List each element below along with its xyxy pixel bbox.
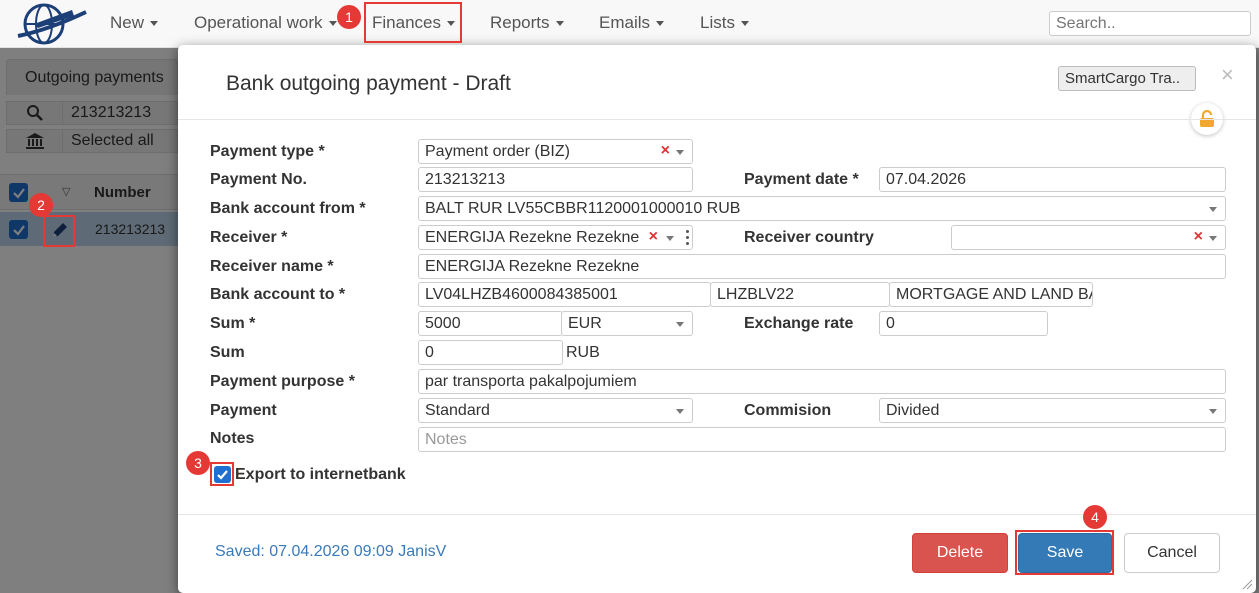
sum-converted-input[interactable]: 0: [418, 340, 563, 365]
notes-label: Notes: [210, 430, 255, 447]
sum-converted-currency: RUB: [566, 344, 600, 361]
receiver-select[interactable]: ENERGIJA Rezekne Rezekne ×: [418, 225, 693, 250]
highlight-save: [1015, 530, 1114, 575]
sum-currency-value: EUR: [568, 315, 602, 332]
receiver-name-label: Receiver name *: [210, 258, 334, 275]
step-marker-2: 2: [29, 193, 53, 217]
receiver-label: Receiver *: [210, 229, 288, 246]
payment-purpose-input[interactable]: par transporta pakalpojumiem: [418, 369, 1226, 394]
resize-grip-icon[interactable]: [1241, 578, 1253, 590]
payment-type-select[interactable]: Payment order (BIZ) ×: [418, 139, 693, 164]
clear-icon[interactable]: ×: [646, 228, 658, 246]
bank-account-to-label: Bank account to *: [210, 286, 346, 303]
chevron-down-icon: [666, 236, 674, 241]
company-select[interactable]: SmartCargo Tra..: [1058, 66, 1196, 91]
payment-label: Payment: [210, 402, 277, 419]
receiver-name-input[interactable]: ENERGIJA Rezekne Rezekne: [418, 254, 1226, 279]
payment-date-input[interactable]: 07.04.2026: [879, 167, 1226, 192]
globe-logo-icon[interactable]: [14, 2, 90, 46]
payment-value: Standard: [425, 402, 490, 419]
close-icon[interactable]: ×: [1221, 64, 1234, 86]
chevron-down-icon: [676, 409, 684, 414]
commision-label: Commision: [744, 402, 832, 419]
more-vertical-icon[interactable]: [686, 230, 689, 246]
header-divider: [178, 119, 1256, 120]
payment-date-label: Payment date *: [744, 171, 859, 188]
receiver-country-select[interactable]: ×: [951, 225, 1226, 250]
sum-input[interactable]: 5000: [418, 311, 563, 336]
caret-down-icon: [555, 21, 564, 27]
bank-account-to-iban-input[interactable]: LV04LHZB4600084385001: [418, 282, 711, 307]
cancel-button[interactable]: Cancel: [1124, 533, 1220, 573]
top-navbar: New Operational work Finances Reports Em…: [0, 0, 1259, 48]
step-marker-3: 3: [186, 451, 210, 475]
notes-input[interactable]: Notes: [418, 427, 1226, 452]
exchange-rate-label: Exchange rate: [744, 315, 854, 332]
receiver-value: ENERGIJA Rezekne Rezekne: [425, 229, 640, 246]
delete-button[interactable]: Delete: [912, 533, 1008, 573]
nav-emails[interactable]: Emails: [599, 13, 665, 33]
payment-no-label: Payment No.: [210, 171, 307, 188]
chevron-down-icon: [676, 322, 684, 327]
bank-account-to-bank-input[interactable]: MORTGAGE AND LAND BANK: [889, 282, 1093, 307]
highlight-export: [210, 462, 234, 486]
bank-account-from-select[interactable]: BALT RUR LV55CBBR1120001000010 RUB: [418, 196, 1226, 221]
payment-type-label: Payment type *: [210, 143, 325, 160]
highlight-finances: [364, 2, 462, 43]
nav-new[interactable]: New: [110, 13, 159, 33]
payment-purpose-label: Payment purpose *: [210, 373, 355, 390]
commision-select[interactable]: Divided: [879, 398, 1226, 423]
chevron-down-icon: [1209, 236, 1217, 241]
bank-account-from-label: Bank account from *: [210, 200, 366, 217]
payment-select[interactable]: Standard: [418, 398, 693, 423]
global-search-input[interactable]: [1049, 11, 1251, 36]
bank-account-from-value: BALT RUR LV55CBBR1120001000010 RUB: [425, 200, 741, 217]
payment-type-value: Payment order (BIZ): [425, 143, 570, 160]
commision-value: Divided: [886, 402, 940, 419]
highlight-edit: [43, 215, 75, 247]
nav-reports[interactable]: Reports: [490, 13, 564, 33]
bank-account-to-swift-input[interactable]: LHZBLV22: [710, 282, 890, 307]
caret-down-icon: [656, 21, 665, 27]
sum-label: Sum *: [210, 315, 256, 332]
export-to-internetbank-label[interactable]: Export to internetbank: [235, 466, 406, 484]
receiver-country-label: Receiver country: [744, 229, 874, 246]
step-marker-4: 4: [1083, 505, 1107, 529]
clear-icon[interactable]: ×: [661, 142, 670, 160]
chevron-down-icon: [1209, 207, 1217, 212]
chevron-down-icon: [676, 150, 684, 155]
modal-title: Bank outgoing payment - Draft: [226, 72, 511, 95]
saved-status-text: Saved: 07.04.2026 09:09 JanisV: [215, 543, 447, 560]
exchange-rate-input[interactable]: 0: [879, 311, 1048, 336]
step-marker-1: 1: [337, 5, 361, 29]
chevron-down-icon: [1209, 409, 1217, 414]
sum-converted-label: Sum: [210, 344, 245, 361]
caret-down-icon: [150, 21, 159, 27]
clear-icon[interactable]: ×: [1194, 228, 1203, 246]
nav-operational-work[interactable]: Operational work: [194, 13, 337, 33]
caret-down-icon: [328, 21, 337, 27]
payment-no-input[interactable]: 213213213: [418, 167, 693, 192]
nav-lists[interactable]: Lists: [700, 13, 749, 33]
sum-currency-select[interactable]: EUR: [561, 311, 693, 336]
caret-down-icon: [740, 21, 749, 27]
